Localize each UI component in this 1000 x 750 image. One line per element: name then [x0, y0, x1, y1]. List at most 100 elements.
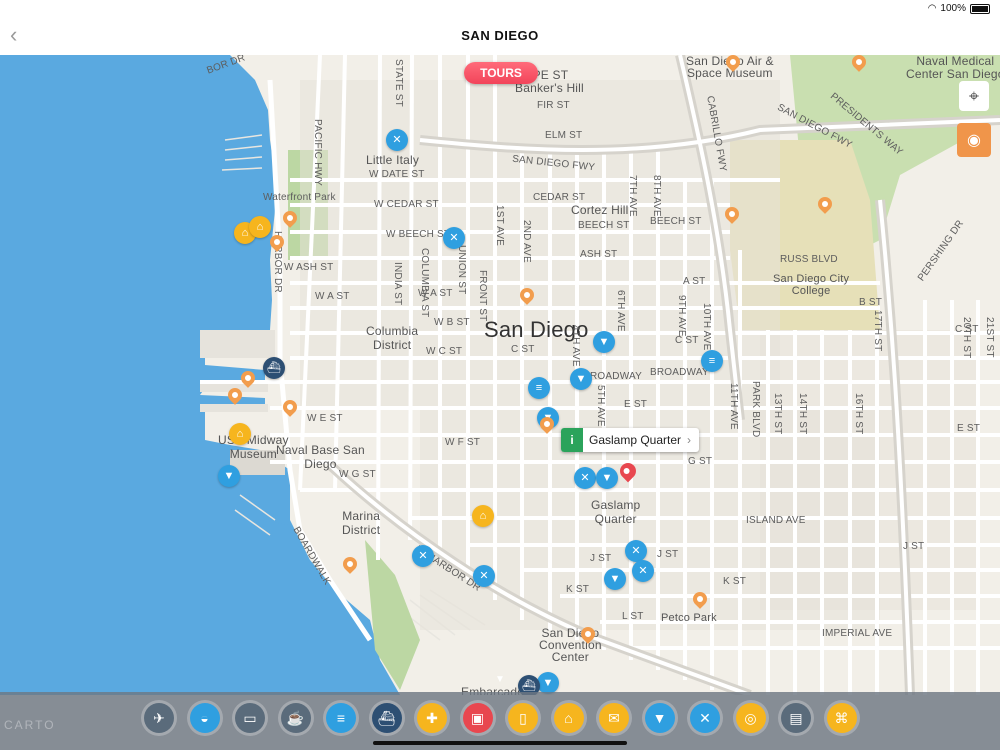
21st-st-label: 21ST ST [984, 317, 995, 358]
museum-icon[interactable]: ⌂ [229, 423, 251, 445]
w-ash-st-label: W ASH ST [284, 262, 334, 273]
17th-st-label: 17TH ST [872, 310, 883, 352]
elm-st-label: ELM ST [545, 130, 583, 141]
little-italy-label: Little Italy [366, 153, 420, 167]
restaurant-icon[interactable]: ✕ [625, 540, 647, 562]
island-ave-label: ISLAND AVE [746, 515, 806, 526]
11th-ave-label: 11TH AVE [728, 383, 739, 430]
state-st-label: STATE ST [393, 59, 404, 107]
e-st-label: E ST [624, 399, 648, 410]
j-st-label: J ST [590, 553, 612, 564]
beer-icon[interactable]: ▼ [218, 465, 240, 487]
restaurant-icon[interactable]: ✕ [443, 227, 465, 249]
1st-ave-label: 1ST AVE [494, 205, 505, 247]
burger-icon[interactable]: ≡ [701, 350, 723, 372]
info-icon[interactable]: i [561, 428, 583, 452]
beech-st-east-label: BEECH ST [650, 216, 702, 227]
map-view[interactable]: GRAPE ST Banker's Hill FIR ST ELM ST SAN… [0, 55, 1000, 695]
14th-st-label: 14TH ST [797, 393, 808, 435]
broadway-label: ROADWAY [590, 371, 642, 382]
restaurant-icon[interactable]: ✕ [412, 545, 434, 567]
imperial-ave-label: IMPERIAL AVE [822, 628, 893, 639]
restaurant-icon[interactable]: ✕ [632, 560, 654, 582]
gaslamp-quarter-label: Gaslamp Quarter [591, 498, 641, 526]
russ-blvd-label: RUSS BLVD [780, 254, 838, 265]
broadway-east-label: BROADWAY [650, 367, 709, 378]
tours-button[interactable]: TOURS [464, 62, 538, 84]
ship-icon[interactable]: ⛴ [263, 357, 285, 379]
crosshair-icon: ⌖ [968, 85, 980, 106]
beer-icon[interactable]: ▼ [604, 568, 626, 590]
camera-icon: ◉ [967, 132, 981, 149]
w-a-st-label: W A ST [315, 291, 350, 302]
13th-st-label: 13TH ST [772, 393, 783, 435]
camera-button[interactable]: ◉ [957, 123, 991, 157]
w-date-st-label: W DATE ST [369, 169, 425, 180]
mail-icon[interactable]: ✉ [599, 703, 629, 733]
4th-ave-label: 4TH AVE [570, 325, 581, 367]
restaurant-icon[interactable]: ✕ [574, 467, 596, 489]
ship-icon[interactable]: ⛴ [371, 703, 402, 733]
cedar-st-label: CEDAR ST [533, 192, 586, 203]
g-st-label: G ST [688, 456, 713, 467]
beer-icon[interactable]: ▼ [644, 703, 675, 733]
w-b-st-label: W B ST [434, 317, 470, 328]
b-st-label: B ST [859, 297, 883, 308]
burger-icon[interactable]: ≡ [528, 377, 550, 399]
w-beech-st-label: W BEECH ST [386, 229, 451, 240]
beech-st-label: BEECH ST [578, 220, 630, 231]
beer-icon[interactable]: ▼ [537, 672, 559, 694]
medical-icon[interactable]: ✚ [417, 703, 447, 733]
k-st-label: K ST [566, 584, 590, 595]
bus-icon[interactable]: ▭ [235, 703, 265, 733]
gaslamp-quarter-callout[interactable]: i Gaslamp Quarter › [561, 428, 700, 452]
park-blvd-label: PARK BLVD [750, 381, 761, 438]
w-g-st-label: W G ST [339, 469, 376, 480]
wifi-icon: ◠ [927, 3, 937, 14]
locate-me-button[interactable]: ⌖ [959, 81, 989, 111]
museum-icon[interactable]: ⌂ [249, 216, 271, 238]
k-st-2-label: K ST [723, 576, 747, 587]
8th-ave-label: 8TH AVE [651, 175, 662, 217]
6th-ave-label: 6TH AVE [615, 290, 626, 332]
graduation-icon[interactable]: ⌘ [826, 703, 857, 733]
coffee-icon[interactable]: ☕ [280, 703, 311, 733]
marina-district-label: Marina District [342, 509, 381, 537]
luggage-icon[interactable]: ▣ [462, 703, 493, 733]
w-e-st-label: W E ST [307, 413, 343, 424]
bakery-icon[interactable]: ◒ [189, 703, 220, 733]
beer-icon[interactable]: ▼ [593, 331, 615, 353]
airplane-icon[interactable]: ✈ [144, 703, 174, 733]
beer-icon[interactable]: ▼ [596, 467, 618, 489]
chevron-right-icon: › [687, 433, 692, 447]
map-canvas [0, 55, 1000, 695]
city-college-label: San Diego City College [773, 273, 850, 297]
soccer-icon[interactable]: ◎ [735, 703, 766, 733]
j-st-2-label: J ST [657, 549, 679, 560]
book-icon[interactable]: ▯ [508, 703, 538, 733]
museum-icon[interactable]: ⌂ [553, 703, 584, 733]
status-bar: ◠ 100% [0, 0, 1000, 18]
naval-base-label: Naval Base San Diego [276, 443, 365, 471]
beer-icon[interactable]: ▼ [570, 368, 592, 390]
columbia-district-label: Columbia District [366, 324, 419, 352]
burger-icon[interactable]: ≡ [326, 703, 356, 733]
battery-icon [970, 3, 990, 14]
train-icon[interactable]: ▤ [781, 703, 811, 733]
india-st-label: INDIA ST [392, 262, 403, 306]
toolbar-toggle-icon[interactable]: ▼ [495, 674, 505, 685]
7th-ave-label: 7TH AVE [627, 175, 638, 217]
restaurant-icon[interactable]: ✕ [473, 565, 495, 587]
restaurant-icon[interactable]: ✕ [690, 703, 720, 733]
museum-icon[interactable]: ⌂ [472, 505, 494, 527]
restaurant-icon[interactable]: ✕ [386, 129, 408, 151]
w-cedar-st-label: W CEDAR ST [374, 199, 439, 210]
16th-st-label: 16TH ST [853, 393, 864, 435]
w-c-st-label: W C ST [426, 346, 463, 357]
j-st-3-label: J ST [903, 541, 925, 552]
attribution-label: CARTO [4, 718, 56, 732]
home-indicator[interactable] [373, 741, 627, 745]
5th-ave-label: 5TH AVE [595, 385, 606, 427]
callout-title: Gaslamp Quarter [589, 433, 682, 447]
naval-medical-center-label: Naval Medical Center San Diego [906, 55, 1000, 81]
